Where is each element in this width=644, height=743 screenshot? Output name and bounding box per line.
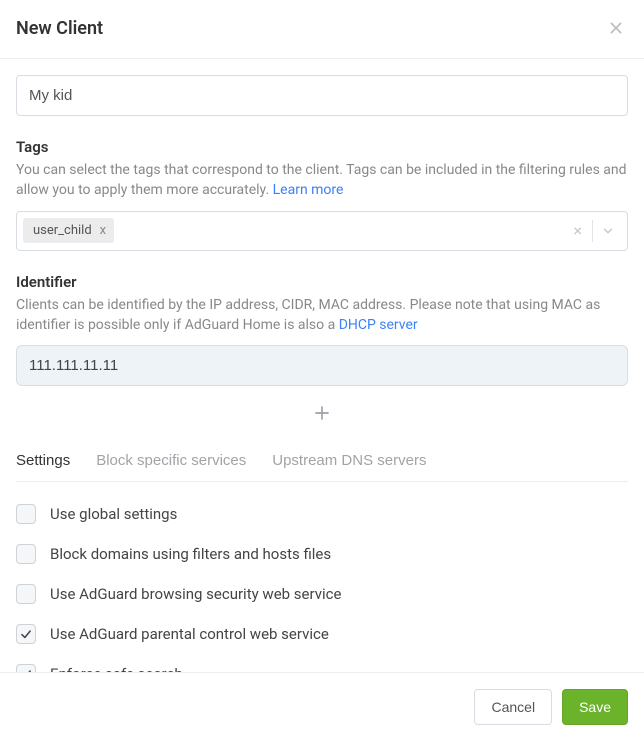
chevron-down-icon [601, 224, 615, 238]
checkbox-block-domains[interactable] [16, 544, 36, 564]
new-client-modal: New Client Tags You can select the tags … [0, 0, 644, 743]
identifier-description-text: Clients can be identified by the IP addr… [16, 297, 600, 333]
cancel-button[interactable]: Cancel [474, 689, 552, 725]
modal-footer: Cancel Save [0, 672, 644, 743]
dhcp-server-link[interactable]: DHCP server [339, 317, 418, 333]
option-label: Use AdGuard parental control web service [50, 625, 329, 643]
tag-pill: user_child x [23, 218, 114, 243]
plus-icon [313, 404, 331, 422]
tags-clear-button[interactable]: × [565, 223, 590, 239]
settings-tabs: Settings Block specific services Upstrea… [16, 452, 628, 482]
close-icon: × [573, 221, 582, 240]
tab-upstream-dns[interactable]: Upstream DNS servers [272, 452, 426, 481]
tags-label: Tags [16, 138, 628, 156]
client-name-input[interactable] [16, 75, 628, 116]
checkbox-parental-control[interactable] [16, 624, 36, 644]
modal-header: New Client [0, 0, 644, 59]
add-identifier-row [16, 400, 628, 426]
tag-remove-icon[interactable]: x [100, 223, 106, 238]
checkbox-enforce-safe-search[interactable] [16, 664, 36, 672]
option-label: Use AdGuard browsing security web servic… [50, 585, 341, 603]
modal-title: New Client [16, 18, 103, 39]
option-block-domains: Block domains using filters and hosts fi… [16, 544, 628, 564]
checkbox-browsing-security[interactable] [16, 584, 36, 604]
tag-pill-label: user_child [33, 223, 92, 238]
tags-learn-more-link[interactable]: Learn more [273, 182, 344, 198]
option-label: Enforce safe search [50, 665, 183, 672]
tags-description: You can select the tags that correspond … [16, 160, 628, 201]
tags-select[interactable]: user_child x × [16, 211, 628, 251]
identifier-input[interactable] [16, 345, 628, 386]
option-label: Block domains using filters and hosts fi… [50, 545, 331, 563]
check-icon [19, 627, 33, 641]
option-enforce-safe-search: Enforce safe search [16, 664, 628, 672]
modal-close-button[interactable] [604, 16, 628, 40]
tags-dropdown-toggle[interactable] [597, 224, 621, 238]
tags-separator [592, 220, 593, 242]
tab-settings[interactable]: Settings [16, 452, 70, 481]
tab-block-services[interactable]: Block specific services [96, 452, 246, 481]
add-identifier-button[interactable] [309, 400, 335, 426]
save-button[interactable]: Save [562, 689, 628, 725]
identifier-label: Identifier [16, 273, 628, 291]
option-browsing-security: Use AdGuard browsing security web servic… [16, 584, 628, 604]
settings-options: Use global settings Block domains using … [16, 504, 628, 672]
modal-body: Tags You can select the tags that corres… [0, 59, 644, 672]
identifier-description: Clients can be identified by the IP addr… [16, 295, 628, 336]
option-parental-control: Use AdGuard parental control web service [16, 624, 628, 644]
option-label: Use global settings [50, 505, 177, 523]
close-icon [608, 20, 624, 36]
option-use-global-settings: Use global settings [16, 504, 628, 524]
checkbox-use-global-settings[interactable] [16, 504, 36, 524]
